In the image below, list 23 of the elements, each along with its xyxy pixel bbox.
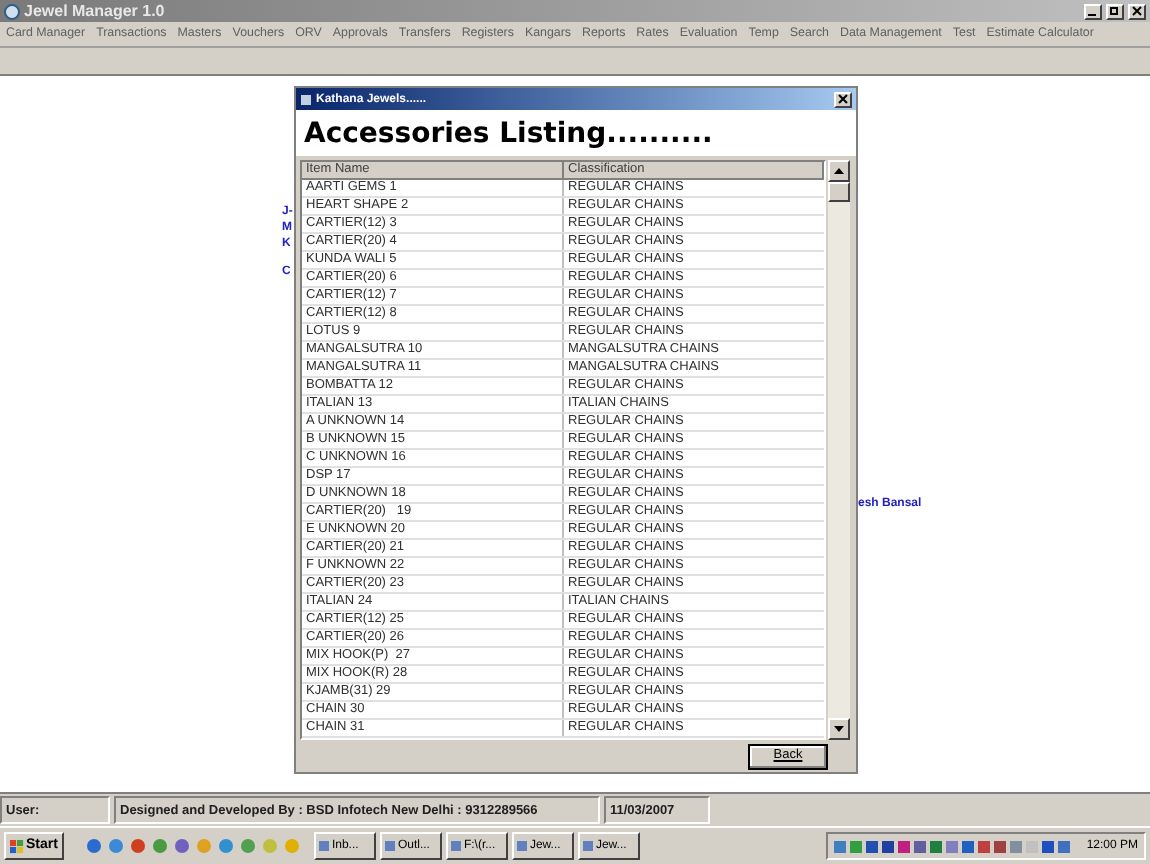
scrollbar[interactable] <box>828 160 850 740</box>
restore-icon <box>1110 6 1120 16</box>
restore-button[interactable] <box>1106 3 1124 19</box>
up-arrow-icon <box>834 168 844 174</box>
down-arrow-icon <box>834 726 844 732</box>
close-icon <box>1132 6 1142 16</box>
window-icon <box>515 840 528 852</box>
close-button[interactable] <box>1128 3 1146 19</box>
close-icon <box>838 94 848 104</box>
minimize-button[interactable] <box>1084 3 1102 19</box>
dialog-app-icon <box>300 93 312 105</box>
window-icon <box>317 840 330 852</box>
scroll-down-button[interactable] <box>828 718 850 740</box>
window-icon <box>581 840 594 852</box>
scroll-up-button[interactable] <box>828 160 850 182</box>
scroll-thumb[interactable] <box>828 182 850 202</box>
window-title: Jewel Manager 1.0 <box>24 1 165 21</box>
app-logo-icon <box>4 3 20 19</box>
window-icon <box>449 840 462 852</box>
window-icon <box>383 840 396 852</box>
windows-logo-icon <box>10 839 24 853</box>
dialog-heading: Accessories Listing.......... <box>304 115 713 151</box>
close-button[interactable] <box>834 91 852 107</box>
